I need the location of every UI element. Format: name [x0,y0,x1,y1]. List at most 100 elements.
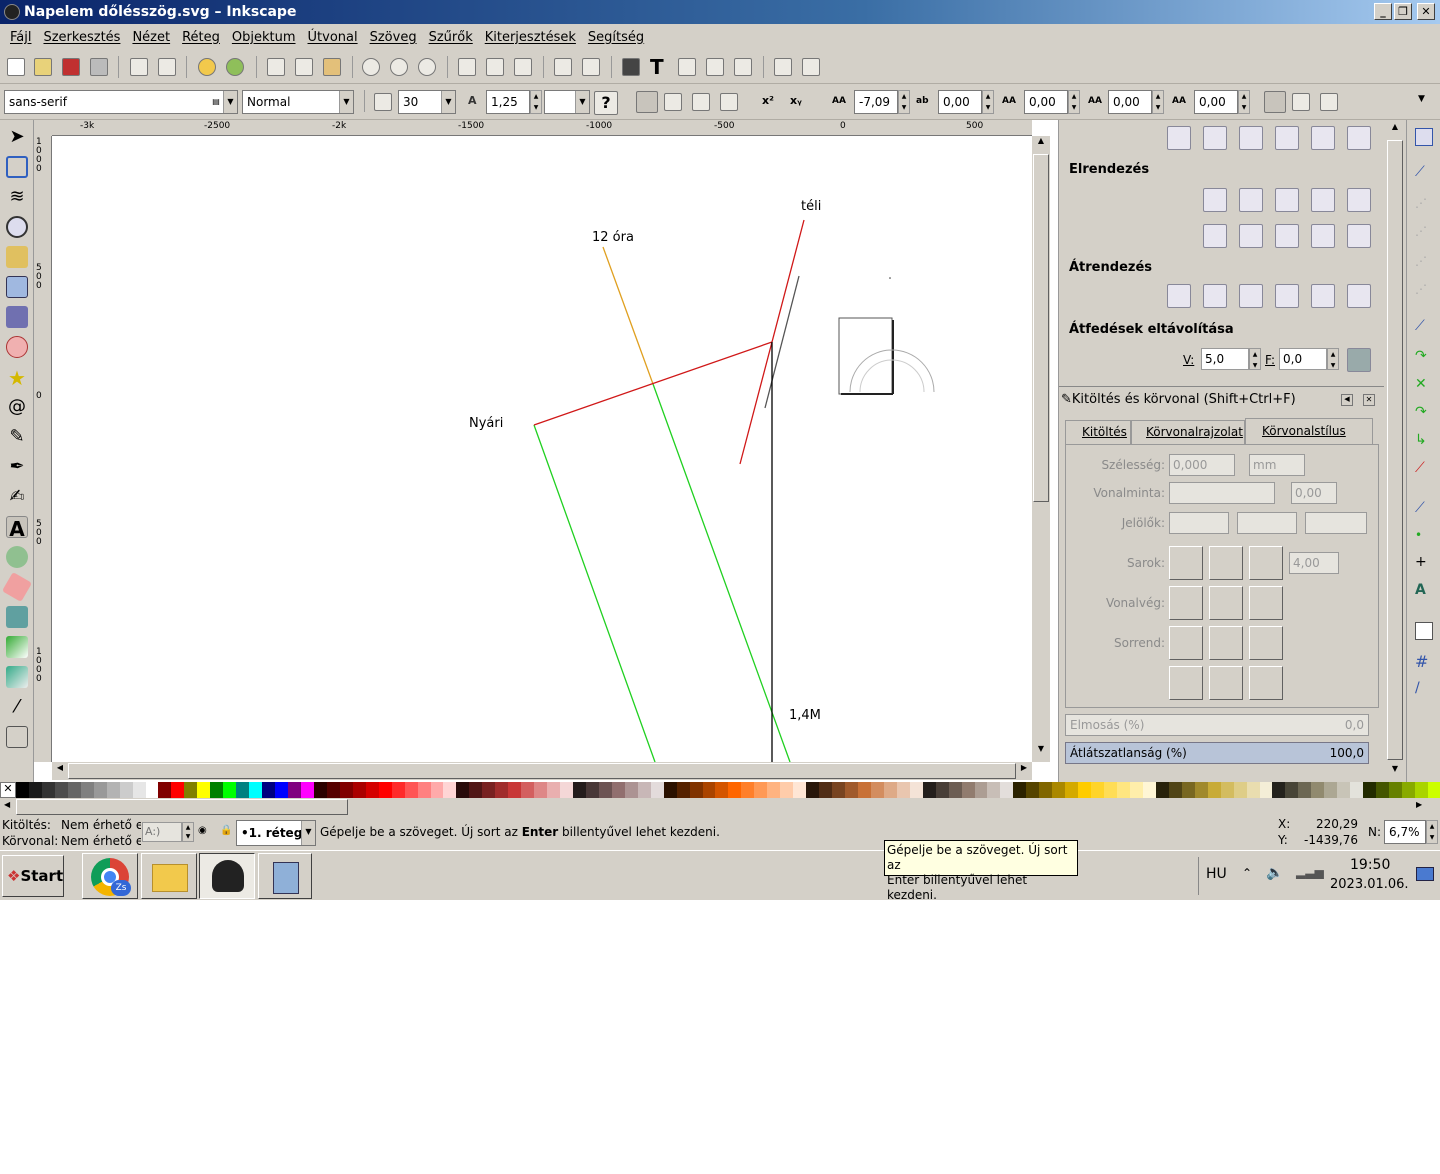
color-swatch[interactable] [300,782,314,798]
collapse-icon[interactable]: ◀ [1341,394,1353,406]
color-swatch[interactable] [93,782,107,798]
scroll-thumb[interactable] [1033,154,1049,502]
color-swatch[interactable] [1324,782,1338,798]
color-swatch[interactable] [430,782,444,798]
color-swatch[interactable] [793,782,807,798]
font-family-input[interactable]: sans-serif ▤ ▼ [4,90,238,114]
align-icon[interactable] [1275,126,1299,150]
color-swatch[interactable] [935,782,949,798]
color-swatch[interactable] [819,782,833,798]
color-swatch[interactable] [236,782,250,798]
cap-butt-icon[interactable] [1169,586,1203,620]
color-swatch[interactable] [534,782,548,798]
color-swatch[interactable] [16,782,29,798]
join-miter-icon[interactable] [1249,546,1283,580]
snap-bbox-corner-icon[interactable]: ⋰ [1415,224,1433,242]
scroll-thumb[interactable] [16,799,348,815]
rotation-spinner[interactable]: ▲ ▼ [1238,90,1250,114]
paint-order-icon[interactable] [1209,626,1243,660]
snap-others-icon[interactable]: ⟋ [1415,500,1433,518]
paint-order-icon[interactable] [1249,626,1283,660]
color-swatch[interactable] [1389,782,1402,798]
menu-object[interactable]: Objektum [226,30,302,45]
summer-green-line[interactable] [533,424,656,762]
color-swatch[interactable] [404,782,418,798]
paint-order-icon[interactable] [1169,626,1203,660]
network-icon[interactable]: ▂▃▅ [1296,865,1324,879]
rotation-input[interactable]: 0,00 [1194,90,1238,114]
opacity-spinner[interactable]: ▲ ▼ [182,822,194,842]
distribute-icon[interactable] [1275,188,1299,212]
gradient-tool-icon[interactable] [6,636,28,658]
color-swatch[interactable] [119,782,133,798]
show-hidden-icons-icon[interactable]: ⌃ [1242,866,1252,880]
lock-guides-icon[interactable] [34,120,52,136]
color-swatch[interactable] [1285,782,1299,798]
noon-panel-green-line[interactable] [652,383,791,762]
color-swatch[interactable] [767,782,781,798]
word-spacing-spinner[interactable]: ▲ ▼ [982,90,994,114]
distribute-icon[interactable] [1239,188,1263,212]
menu-file[interactable]: Fájl [4,30,37,45]
color-swatch[interactable] [1427,782,1440,798]
paint-order-icon[interactable] [1209,666,1243,700]
snap-nodes-icon[interactable]: ⟋ [1415,318,1433,336]
kerning-spinner[interactable]: ▲ ▼ [1068,90,1080,114]
snap-bbox-edge-icon[interactable]: ⋰ [1415,196,1433,214]
color-swatch[interactable] [1013,782,1027,798]
marker-end-select[interactable] [1305,512,1367,534]
color-swatch[interactable] [1272,782,1286,798]
menu-text[interactable]: Szöveg [364,30,423,45]
opacity-field[interactable]: A:) [142,822,182,842]
export-icon[interactable] [158,58,176,76]
align-center-icon[interactable] [664,93,682,111]
color-swatch[interactable] [417,782,431,798]
color-swatch[interactable] [145,782,159,798]
color-swatch[interactable] [1065,782,1079,798]
color-swatch[interactable] [288,782,301,798]
font-style-select[interactable]: Normal ▼ [242,90,354,114]
vertical-shift-spinner[interactable]: ▲ ▼ [1152,90,1164,114]
spray-tool-icon[interactable] [6,546,28,568]
align-icon[interactable] [1311,126,1335,150]
layers-icon[interactable] [678,58,696,76]
unlink-clone-icon[interactable] [514,58,532,76]
ungroup-icon[interactable] [582,58,600,76]
label-12-ora[interactable]: 12 óra [592,230,634,245]
snap-cusp-icon[interactable]: ↷ [1415,404,1433,422]
color-swatch[interactable] [41,782,55,798]
color-swatch[interactable] [1220,782,1234,798]
color-swatch[interactable] [1000,782,1014,798]
menu-filters[interactable]: Szűrők [423,30,479,45]
star-tool-icon[interactable]: ★ [6,366,28,390]
color-swatch[interactable] [275,782,289,798]
save-icon[interactable] [62,58,80,76]
copy-icon[interactable] [267,58,285,76]
show-desktop-icon[interactable] [1416,867,1434,881]
canvas-horizontal-scrollbar[interactable]: ◀ ▶ [52,762,1032,780]
import-icon[interactable] [130,58,148,76]
snap-enable-icon[interactable] [1415,128,1433,146]
color-swatch[interactable] [637,782,651,798]
scroll-down-icon[interactable]: ▼ [1387,764,1403,780]
color-swatch[interactable] [974,782,988,798]
tab-stroke-paint[interactable]: Körvonalrajzolat [1131,420,1245,444]
rearrange-icon[interactable] [1203,284,1227,308]
snap-bbox-icon[interactable]: ⟋ [1415,164,1433,182]
node-tool-icon[interactable] [6,156,28,178]
color-swatch[interactable] [1259,782,1273,798]
text-font-icon[interactable]: T [650,55,668,79]
justify-icon[interactable] [720,93,738,111]
taskbar-calculator-button[interactable] [258,853,312,899]
scroll-right-icon[interactable]: ▶ [1416,800,1422,809]
color-swatch[interactable] [521,782,535,798]
paint-order-icon[interactable] [1249,666,1283,700]
color-swatch[interactable] [1207,782,1221,798]
vertical-rl-text-icon[interactable] [1292,93,1310,111]
color-swatch[interactable] [663,782,677,798]
menu-layer[interactable]: Réteg [176,30,226,45]
snap-rotation-center-icon[interactable]: + [1415,554,1433,572]
color-swatch[interactable] [352,782,366,798]
color-swatch[interactable] [54,782,68,798]
line-spacing-input[interactable]: 1,25 [486,90,530,114]
